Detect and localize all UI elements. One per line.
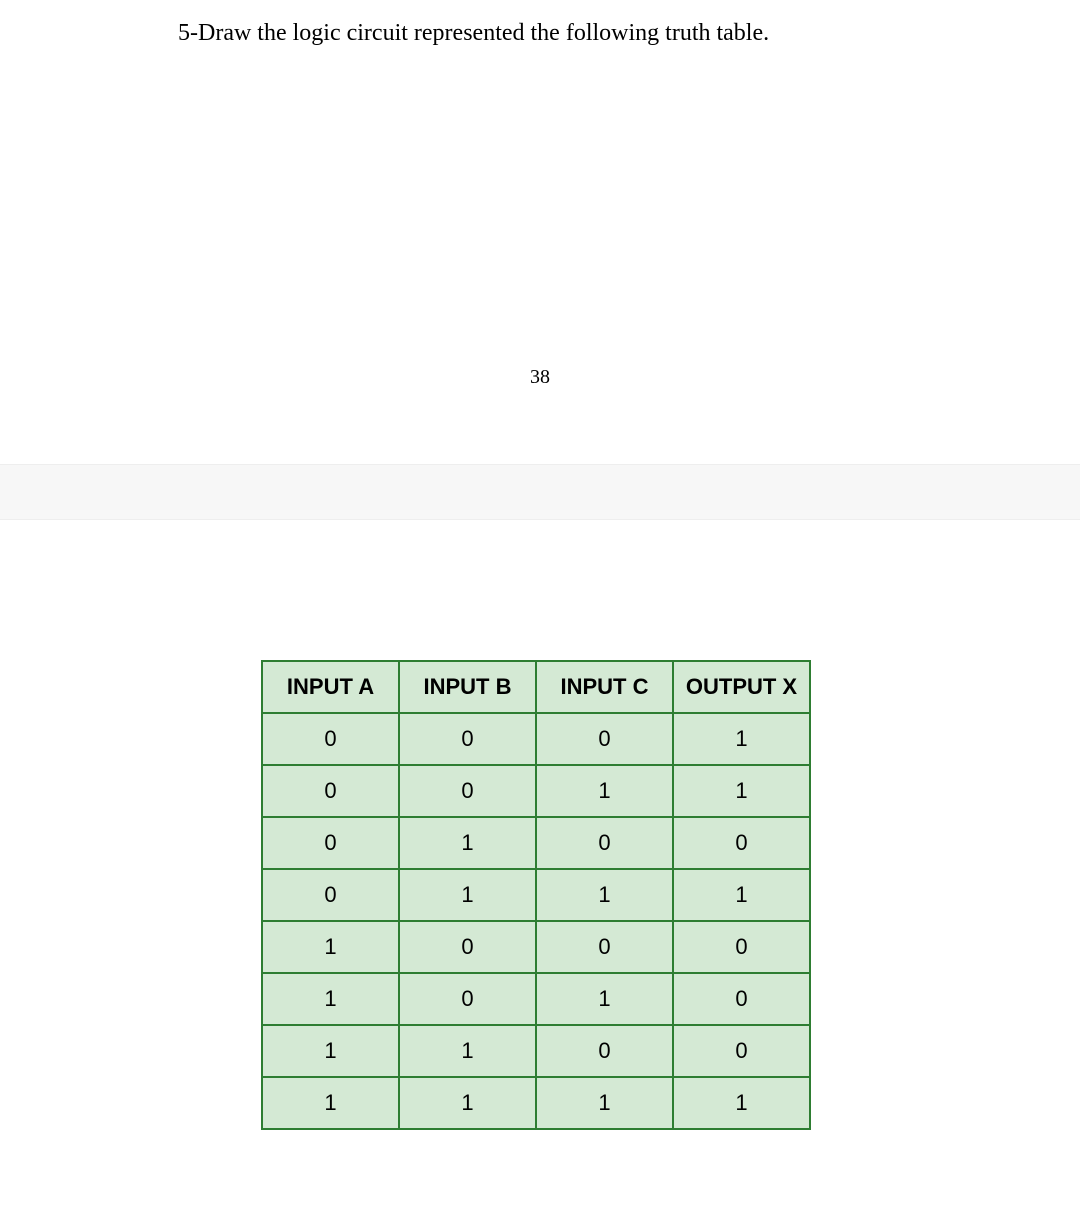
cell-a: 1 xyxy=(262,1025,399,1077)
cell-c: 0 xyxy=(536,713,673,765)
header-input-a: INPUT A xyxy=(262,661,399,713)
cell-a: 0 xyxy=(262,869,399,921)
cell-a: 0 xyxy=(262,765,399,817)
header-input-b: INPUT B xyxy=(399,661,536,713)
cell-a: 1 xyxy=(262,1077,399,1129)
cell-b: 1 xyxy=(399,1077,536,1129)
cell-c: 0 xyxy=(536,817,673,869)
cell-b: 0 xyxy=(399,921,536,973)
cell-b: 0 xyxy=(399,713,536,765)
cell-b: 0 xyxy=(399,765,536,817)
cell-b: 1 xyxy=(399,817,536,869)
question-text: 5-Draw the logic circuit represented the… xyxy=(178,20,769,47)
cell-b: 1 xyxy=(399,1025,536,1077)
cell-b: 1 xyxy=(399,869,536,921)
cell-a: 0 xyxy=(262,817,399,869)
table-row: 1 0 0 0 xyxy=(262,921,810,973)
table-row: 0 0 1 1 xyxy=(262,765,810,817)
table-row: 0 1 1 1 xyxy=(262,869,810,921)
cell-x: 1 xyxy=(673,1077,810,1129)
cell-c: 0 xyxy=(536,1025,673,1077)
cell-a: 1 xyxy=(262,921,399,973)
table-row: 1 1 0 0 xyxy=(262,1025,810,1077)
cell-x: 0 xyxy=(673,817,810,869)
cell-a: 1 xyxy=(262,973,399,1025)
header-input-c: INPUT C xyxy=(536,661,673,713)
page-number: 38 xyxy=(530,366,550,389)
cell-c: 1 xyxy=(536,1077,673,1129)
header-output-x: OUTPUT X xyxy=(673,661,810,713)
table-row: 1 0 1 0 xyxy=(262,973,810,1025)
cell-x: 0 xyxy=(673,921,810,973)
cell-c: 1 xyxy=(536,765,673,817)
page-divider xyxy=(0,464,1080,520)
cell-c: 1 xyxy=(536,973,673,1025)
table-row: 0 0 0 1 xyxy=(262,713,810,765)
cell-x: 0 xyxy=(673,973,810,1025)
cell-c: 0 xyxy=(536,921,673,973)
truth-table: INPUT A INPUT B INPUT C OUTPUT X 0 0 0 1… xyxy=(261,660,811,1130)
table-row: 0 1 0 0 xyxy=(262,817,810,869)
table-row: 1 1 1 1 xyxy=(262,1077,810,1129)
cell-x: 1 xyxy=(673,765,810,817)
cell-x: 0 xyxy=(673,1025,810,1077)
cell-x: 1 xyxy=(673,713,810,765)
cell-a: 0 xyxy=(262,713,399,765)
table-header-row: INPUT A INPUT B INPUT C OUTPUT X xyxy=(262,661,810,713)
cell-b: 0 xyxy=(399,973,536,1025)
cell-x: 1 xyxy=(673,869,810,921)
cell-c: 1 xyxy=(536,869,673,921)
